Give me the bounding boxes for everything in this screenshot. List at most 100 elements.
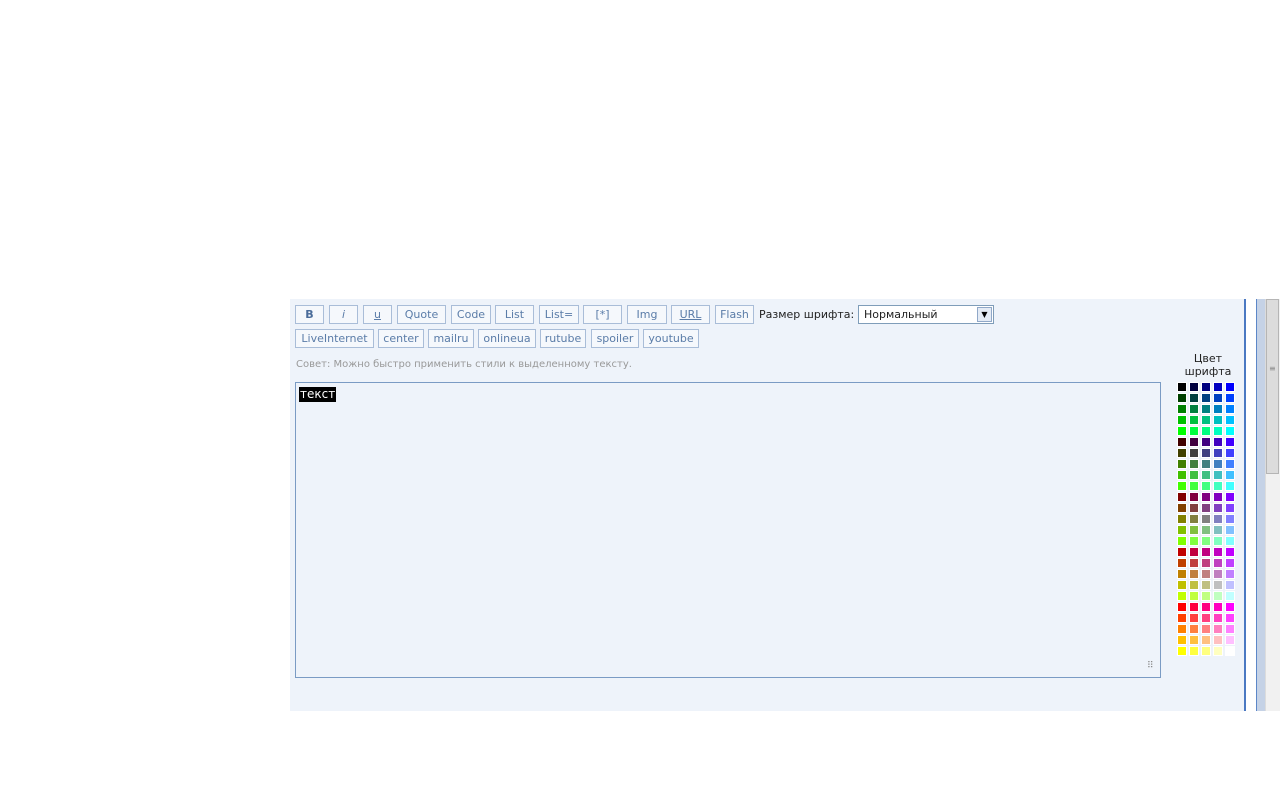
youtube-button[interactable]: youtube xyxy=(643,329,699,348)
color-swatch[interactable] xyxy=(1189,558,1199,568)
color-swatch[interactable] xyxy=(1213,437,1223,447)
color-swatch[interactable] xyxy=(1177,624,1187,634)
color-swatch[interactable] xyxy=(1213,481,1223,491)
mailru-button[interactable]: mailru xyxy=(428,329,474,348)
color-swatch[interactable] xyxy=(1201,481,1211,491)
color-swatch[interactable] xyxy=(1189,613,1199,623)
color-swatch[interactable] xyxy=(1225,525,1235,535)
color-swatch[interactable] xyxy=(1189,646,1199,656)
color-swatch[interactable] xyxy=(1201,525,1211,535)
color-swatch[interactable] xyxy=(1201,646,1211,656)
color-swatch[interactable] xyxy=(1213,635,1223,645)
color-swatch[interactable] xyxy=(1177,580,1187,590)
color-swatch[interactable] xyxy=(1201,437,1211,447)
color-swatch[interactable] xyxy=(1201,492,1211,502)
color-swatch[interactable] xyxy=(1201,536,1211,546)
color-swatch[interactable] xyxy=(1177,437,1187,447)
color-swatch[interactable] xyxy=(1213,547,1223,557)
color-swatch[interactable] xyxy=(1177,459,1187,469)
color-swatch[interactable] xyxy=(1225,646,1235,656)
color-swatch[interactable] xyxy=(1201,602,1211,612)
color-swatch[interactable] xyxy=(1201,547,1211,557)
color-swatch[interactable] xyxy=(1213,525,1223,535)
color-swatch[interactable] xyxy=(1225,503,1235,513)
color-swatch[interactable] xyxy=(1225,415,1235,425)
color-swatch[interactable] xyxy=(1177,426,1187,436)
rutube-button[interactable]: rutube xyxy=(540,329,586,348)
color-swatch[interactable] xyxy=(1189,547,1199,557)
color-swatch[interactable] xyxy=(1225,580,1235,590)
color-swatch[interactable] xyxy=(1213,404,1223,414)
list-ordered-button[interactable]: List= xyxy=(539,305,579,324)
color-swatch[interactable] xyxy=(1213,382,1223,392)
color-swatch[interactable] xyxy=(1189,525,1199,535)
color-swatch[interactable] xyxy=(1177,547,1187,557)
color-swatch[interactable] xyxy=(1177,536,1187,546)
url-button[interactable]: URL xyxy=(671,305,710,324)
color-swatch[interactable] xyxy=(1225,437,1235,447)
color-swatch[interactable] xyxy=(1213,492,1223,502)
color-swatch[interactable] xyxy=(1189,382,1199,392)
color-swatch[interactable] xyxy=(1201,393,1211,403)
color-swatch[interactable] xyxy=(1189,404,1199,414)
color-swatch[interactable] xyxy=(1213,602,1223,612)
color-swatch[interactable] xyxy=(1201,624,1211,634)
color-swatch[interactable] xyxy=(1177,448,1187,458)
color-swatch[interactable] xyxy=(1225,426,1235,436)
color-swatch[interactable] xyxy=(1189,536,1199,546)
color-swatch[interactable] xyxy=(1177,525,1187,535)
color-swatch[interactable] xyxy=(1177,646,1187,656)
color-swatch[interactable] xyxy=(1201,635,1211,645)
color-swatch[interactable] xyxy=(1177,415,1187,425)
color-swatch[interactable] xyxy=(1213,613,1223,623)
color-swatch[interactable] xyxy=(1225,382,1235,392)
color-swatch[interactable] xyxy=(1213,646,1223,656)
color-swatch[interactable] xyxy=(1189,470,1199,480)
color-swatch[interactable] xyxy=(1201,382,1211,392)
color-swatch[interactable] xyxy=(1177,382,1187,392)
center-button[interactable]: center xyxy=(378,329,424,348)
color-swatch[interactable] xyxy=(1213,393,1223,403)
color-swatch[interactable] xyxy=(1201,514,1211,524)
color-swatch[interactable] xyxy=(1213,580,1223,590)
color-swatch[interactable] xyxy=(1225,470,1235,480)
color-swatch[interactable] xyxy=(1189,602,1199,612)
color-swatch[interactable] xyxy=(1177,569,1187,579)
color-swatch[interactable] xyxy=(1225,404,1235,414)
color-swatch[interactable] xyxy=(1201,613,1211,623)
color-swatch[interactable] xyxy=(1177,558,1187,568)
color-swatch[interactable] xyxy=(1213,503,1223,513)
color-swatch[interactable] xyxy=(1213,415,1223,425)
color-swatch[interactable] xyxy=(1225,448,1235,458)
onlineua-button[interactable]: onlineua xyxy=(478,329,536,348)
color-swatch[interactable] xyxy=(1225,635,1235,645)
liveinternet-button[interactable]: LiveInternet xyxy=(295,329,374,348)
color-swatch[interactable] xyxy=(1213,448,1223,458)
color-swatch[interactable] xyxy=(1213,569,1223,579)
color-swatch[interactable] xyxy=(1201,404,1211,414)
color-swatch[interactable] xyxy=(1189,635,1199,645)
color-swatch[interactable] xyxy=(1177,591,1187,601)
code-button[interactable]: Code xyxy=(451,305,491,324)
color-swatch[interactable] xyxy=(1225,569,1235,579)
color-swatch[interactable] xyxy=(1225,393,1235,403)
color-swatch[interactable] xyxy=(1189,492,1199,502)
color-swatch[interactable] xyxy=(1225,459,1235,469)
color-swatch[interactable] xyxy=(1225,547,1235,557)
color-swatch[interactable] xyxy=(1189,415,1199,425)
font-size-select[interactable]: Нормальный ▼ xyxy=(858,305,994,324)
color-swatch[interactable] xyxy=(1213,536,1223,546)
scrollbar-thumb[interactable] xyxy=(1266,299,1279,474)
color-swatch[interactable] xyxy=(1189,481,1199,491)
color-swatch[interactable] xyxy=(1213,558,1223,568)
color-swatch[interactable] xyxy=(1177,481,1187,491)
spoiler-button[interactable]: spoiler xyxy=(591,329,639,348)
color-swatch[interactable] xyxy=(1201,459,1211,469)
color-swatch[interactable] xyxy=(1213,624,1223,634)
color-swatch[interactable] xyxy=(1225,514,1235,524)
bold-button[interactable]: B xyxy=(295,305,324,324)
color-swatch[interactable] xyxy=(1225,602,1235,612)
color-swatch[interactable] xyxy=(1225,481,1235,491)
color-swatch[interactable] xyxy=(1213,426,1223,436)
color-swatch[interactable] xyxy=(1213,591,1223,601)
